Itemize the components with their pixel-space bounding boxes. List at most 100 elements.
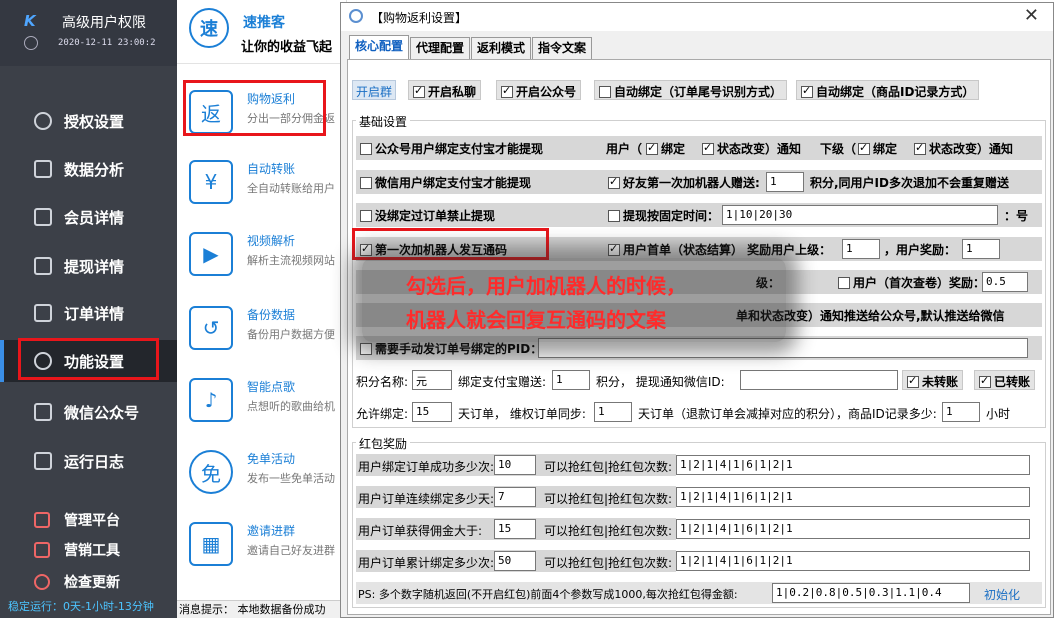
- rights-sync-input[interactable]: 1: [594, 402, 632, 422]
- unsettled-checkbox[interactable]: 未转账: [902, 370, 964, 390]
- tab-command-text[interactable]: 指令文案: [532, 37, 593, 59]
- free-icon: 免: [189, 450, 233, 494]
- first-check-checkbox[interactable]: 用户（首次查卷）奖励：: [838, 274, 985, 291]
- sidebar: K 高级用户权限 2020-12-11 23:00:2 授权设置 数据分析 会员…: [0, 0, 177, 618]
- highlight-box-rebate: [183, 80, 326, 136]
- sidebar-item-update[interactable]: 检查更新: [0, 567, 177, 597]
- user-reward-input[interactable]: 1: [962, 239, 1000, 259]
- sidebar-item-label: 订单详情: [64, 304, 125, 323]
- sidebar-item-members[interactable]: 会员详情: [0, 196, 177, 238]
- settled-checkbox[interactable]: 已转账: [974, 370, 1036, 390]
- clock-icon: [24, 36, 38, 50]
- brand-header: K 高级用户权限 2020-12-11 23:00:2: [0, 0, 177, 66]
- tab-agent[interactable]: 代理配置: [410, 37, 471, 59]
- hour-label: 小时: [986, 407, 1011, 421]
- feature-song-request[interactable]: ♪ 智能点歌 点想听的歌曲给机: [177, 368, 347, 438]
- redpack-amount-input[interactable]: 1|0.2|0.8|0.5|0.3|1.1|0.4: [772, 583, 970, 603]
- redpack-count-input[interactable]: 50: [494, 551, 536, 571]
- checkbox-icon: [360, 210, 372, 222]
- feature-title: 邀请进群: [247, 524, 296, 538]
- sidebar-item-logs[interactable]: 运行日志: [0, 440, 177, 482]
- video-icon: ▶: [189, 232, 233, 276]
- app-logo: K: [24, 12, 36, 30]
- row-label: 没绑定过订单禁止提现: [375, 209, 496, 223]
- fixed-time-checkbox[interactable]: 提现按固定时间：: [608, 207, 719, 224]
- first-check-input[interactable]: 0.5: [982, 272, 1028, 292]
- sidebar-item-withdraw[interactable]: 提现详情: [0, 245, 177, 287]
- lower-status-checkbox[interactable]: 状态改变）通知: [914, 140, 1013, 157]
- sidebar-item-marketing[interactable]: 营销工具: [0, 535, 177, 565]
- auto-bind-goods-checkbox[interactable]: 自动绑定（商品ID记录方式）: [796, 80, 980, 100]
- open-group-button[interactable]: 开启群: [352, 80, 397, 100]
- allow-bind-label: 允许绑定:: [356, 407, 409, 421]
- manual-pid-checkbox[interactable]: 需要手动发订单号绑定的PID：: [360, 340, 542, 357]
- lower-bind-checkbox[interactable]: 绑定: [858, 140, 897, 157]
- official-account-checkbox[interactable]: 开启公众号: [496, 80, 582, 100]
- redpack-legend: 红包奖励: [356, 435, 411, 452]
- checkbox-icon: [360, 343, 372, 355]
- allow-bind-input[interactable]: 15: [412, 402, 452, 422]
- search-doc-icon: [34, 257, 52, 275]
- redpack-times-input[interactable]: 1|2|1|4|1|6|1|2|1: [676, 519, 1030, 539]
- lower-notify-label: 下级（: [820, 142, 857, 156]
- sidebar-item-analytics[interactable]: 数据分析: [0, 148, 177, 190]
- sidebar-item-platform[interactable]: 管理平台: [0, 505, 177, 535]
- redpack-count-input[interactable]: 7: [494, 487, 536, 507]
- goods-record-input[interactable]: 1: [942, 402, 980, 422]
- alipay-wechat-row[interactable]: 微信用户绑定支付宝才能提现: [360, 174, 531, 191]
- sidebar-item-auth[interactable]: 授权设置: [0, 100, 177, 142]
- sidebar-item-orders[interactable]: 订单详情: [0, 292, 177, 334]
- checkbox-label: 好友第一次加机器人赠送:: [623, 176, 760, 190]
- redpack-times-input[interactable]: 1|2|1|4|1|6|1|2|1: [676, 455, 1030, 475]
- external-link-icon: [34, 208, 52, 226]
- feature-invite-group[interactable]: ▦ 邀请进群 邀请自己好友进群: [177, 512, 347, 582]
- points-name-input[interactable]: 元: [412, 370, 452, 390]
- init-button[interactable]: 初始化: [984, 586, 1020, 603]
- redpack-times-input[interactable]: 1|2|1|4|1|6|1|2|1: [676, 551, 1030, 571]
- user-status-checkbox[interactable]: 状态改变）通知: [702, 140, 801, 157]
- alipay-official-row[interactable]: 公众号用户绑定支付宝才能提现: [360, 140, 543, 157]
- checkbox-label: 绑定: [873, 142, 898, 156]
- redpack-count-input[interactable]: 10: [494, 455, 536, 475]
- highlight-box-features: [18, 338, 159, 380]
- checkbox-label: 绑定: [661, 142, 686, 156]
- sidebar-item-wechat[interactable]: 微信公众号: [0, 391, 177, 433]
- friend-gift-checkbox[interactable]: 好友第一次加机器人赠送:: [608, 174, 760, 191]
- feature-video-parse[interactable]: ▶ 视频解析 解析主流视频网站: [177, 222, 347, 292]
- checkbox-label: 已转账: [994, 375, 1031, 389]
- wechat-icon: [34, 403, 52, 421]
- upline-reward-input[interactable]: 1: [842, 239, 880, 259]
- tab-rebate-mode[interactable]: 返利模式: [471, 37, 532, 59]
- redpack-count-input[interactable]: 15: [494, 519, 536, 539]
- friend-gift-input[interactable]: 1: [766, 172, 804, 192]
- first-order-checkbox[interactable]: 用户首单（状态结算） 奖励用户上级：: [608, 241, 831, 258]
- checkbox-icon: [914, 141, 926, 155]
- close-icon[interactable]: ✕: [1024, 5, 1039, 26]
- private-chat-checkbox[interactable]: 开启私聊: [408, 80, 482, 100]
- tab-core[interactable]: 核心配置: [349, 35, 410, 59]
- user-bind-checkbox[interactable]: 绑定: [646, 140, 685, 157]
- feature-auto-transfer[interactable]: ¥ 自动转账 全自动转账给用户: [177, 150, 347, 220]
- feature-free-order[interactable]: 免 免单活动 发布一些免单活动: [177, 440, 347, 510]
- checkbox-icon: [608, 210, 620, 222]
- fixed-time-input[interactable]: 1|10|20|30: [722, 205, 998, 225]
- basic-settings-legend: 基础设置: [356, 113, 411, 130]
- checkbox-label: 状态改变）通知: [929, 142, 1014, 156]
- feature-desc: 解析主流视频网站: [247, 254, 335, 267]
- no-order-no-withdraw-row[interactable]: 没绑定过订单禁止提现: [360, 207, 495, 224]
- redpack-times-input[interactable]: 1|2|1|4|1|6|1|2|1: [676, 487, 1030, 507]
- app-title: 高级用户权限: [62, 15, 146, 31]
- notify-wechat-input[interactable]: [740, 370, 898, 390]
- points-name-label: 积分名称:: [356, 375, 409, 389]
- alipay-gift-input[interactable]: 1: [552, 370, 590, 390]
- sidebar-item-label: 运行日志: [64, 452, 125, 471]
- checkbox-label: 开启私聊: [428, 85, 477, 99]
- feature-desc: 发布一些免单活动: [247, 472, 335, 485]
- annotation-line-1: 勾选后，用户加机器人的时候，: [406, 274, 686, 298]
- feature-desc: 全自动转账给用户: [247, 182, 335, 195]
- datetime-label: 2020-12-11 23:00:2: [58, 38, 156, 48]
- yen-icon: ¥: [189, 160, 233, 204]
- feature-backup[interactable]: ↺ 备份数据 备份用户数据方便: [177, 296, 347, 366]
- checkbox-icon: [838, 277, 850, 289]
- auto-bind-order-checkbox[interactable]: 自动绑定（订单尾号识别方式）: [594, 80, 788, 100]
